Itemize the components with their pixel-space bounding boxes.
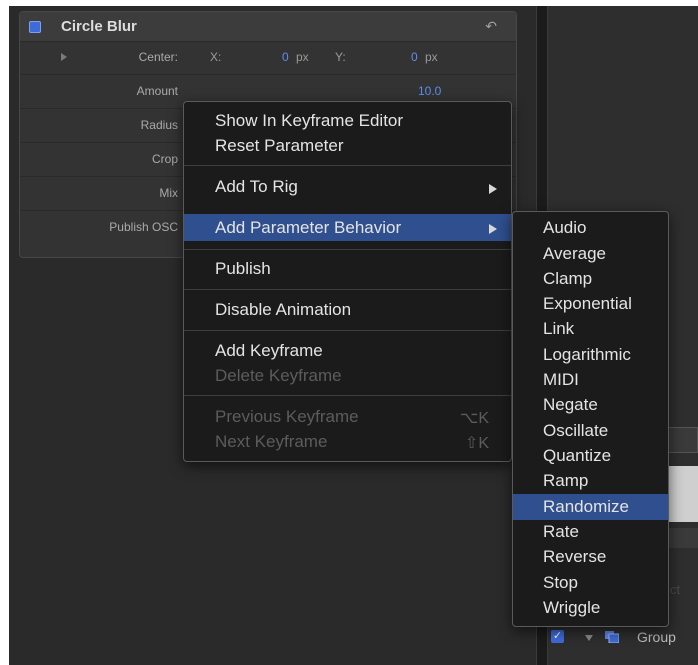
- menu-separator: [184, 289, 511, 290]
- menu-item-add-keyframe[interactable]: Add Keyframe: [215, 341, 323, 361]
- mix-label: Mix: [159, 186, 178, 200]
- parameter-context-menu: Show In Keyframe Editor Reset Parameter …: [183, 101, 512, 462]
- filter-enable-checkbox[interactable]: [29, 21, 41, 33]
- submenu-item-clamp[interactable]: Clamp: [543, 269, 592, 289]
- center-row: Center: X: 0 px Y: 0 px: [20, 41, 516, 75]
- submenu-item-exponential[interactable]: Exponential: [543, 294, 632, 314]
- center-y-label: Y:: [335, 50, 346, 64]
- menu-item-reset-parameter[interactable]: Reset Parameter: [215, 136, 344, 156]
- center-x-label: X:: [210, 50, 222, 64]
- radius-label: Radius: [140, 118, 178, 132]
- submenu-item-audio[interactable]: Audio: [543, 218, 586, 238]
- submenu-item-randomize[interactable]: Randomize: [543, 497, 629, 517]
- center-x-unit: px: [296, 50, 309, 64]
- submenu-arrow-icon: [489, 184, 497, 194]
- layer-row-group[interactable]: ✓ Group: [539, 625, 698, 661]
- submenu-item-quantize[interactable]: Quantize: [543, 446, 611, 466]
- menu-item-previous-keyframe: Previous Keyframe: [215, 407, 359, 426]
- submenu-item-midi[interactable]: MIDI: [543, 370, 579, 390]
- partial-label: ct: [670, 582, 681, 597]
- center-label: Center:: [138, 50, 178, 64]
- layer-enable-checkbox[interactable]: ✓: [551, 630, 564, 643]
- submenu-item-logarithmic[interactable]: Logarithmic: [543, 345, 631, 365]
- submenu-arrow-icon: [489, 224, 497, 234]
- menu-item-delete-keyframe: Delete Keyframe: [215, 366, 342, 385]
- crop-label: Crop: [151, 152, 178, 166]
- menu-item-add-parameter-behavior[interactable]: Add Parameter Behavior: [215, 218, 401, 238]
- menu-item-add-to-rig[interactable]: Add To Rig: [215, 177, 298, 197]
- disclosure-triangle-icon[interactable]: [585, 635, 593, 641]
- submenu-item-ramp[interactable]: Ramp: [543, 471, 588, 491]
- tool-strip: [669, 466, 698, 522]
- shortcut-option-k: ⌥K: [459, 410, 489, 427]
- group-layer-icon: [605, 631, 619, 643]
- submenu-item-wriggle[interactable]: Wriggle: [543, 598, 600, 618]
- reset-icon[interactable]: ↶: [485, 18, 497, 35]
- menu-separator: [184, 330, 511, 331]
- submenu-item-stop[interactable]: Stop: [543, 573, 578, 593]
- menu-item-show-in-keyframe-editor[interactable]: Show In Keyframe Editor: [215, 111, 403, 131]
- submenu-item-rate[interactable]: Rate: [543, 522, 579, 542]
- menu-separator: [184, 395, 511, 396]
- parameter-group-header: Circle Blur ↶: [20, 12, 516, 42]
- center-y-unit: px: [425, 50, 438, 64]
- menu-separator: [184, 165, 511, 166]
- menu-separator: [184, 249, 511, 250]
- disclosure-triangle-icon[interactable]: [61, 53, 67, 61]
- publish-osc-label: Publish OSC: [109, 220, 178, 234]
- amount-label: Amount: [136, 84, 178, 98]
- submenu-item-link[interactable]: Link: [543, 319, 574, 339]
- center-x-value[interactable]: 0: [282, 50, 289, 64]
- submenu-item-average[interactable]: Average: [543, 244, 606, 264]
- layer-name: Group: [637, 629, 676, 645]
- center-y-value[interactable]: 0: [411, 50, 418, 64]
- parameter-behavior-submenu: Audio Average Clamp Exponential Link Log…: [512, 211, 669, 627]
- menu-item-next-keyframe: Next Keyframe: [215, 432, 328, 451]
- shortcut-shift-k: ⇧K: [464, 435, 489, 452]
- submenu-item-negate[interactable]: Negate: [543, 395, 598, 415]
- submenu-item-oscillate[interactable]: Oscillate: [543, 421, 608, 441]
- filter-title: Circle Blur: [61, 18, 137, 35]
- menu-item-publish[interactable]: Publish: [215, 259, 271, 279]
- tool-strip-lower: [669, 528, 698, 548]
- menu-item-disable-animation[interactable]: Disable Animation: [215, 300, 351, 320]
- amount-value[interactable]: 10.0: [418, 84, 441, 98]
- submenu-item-reverse[interactable]: Reverse: [543, 547, 606, 567]
